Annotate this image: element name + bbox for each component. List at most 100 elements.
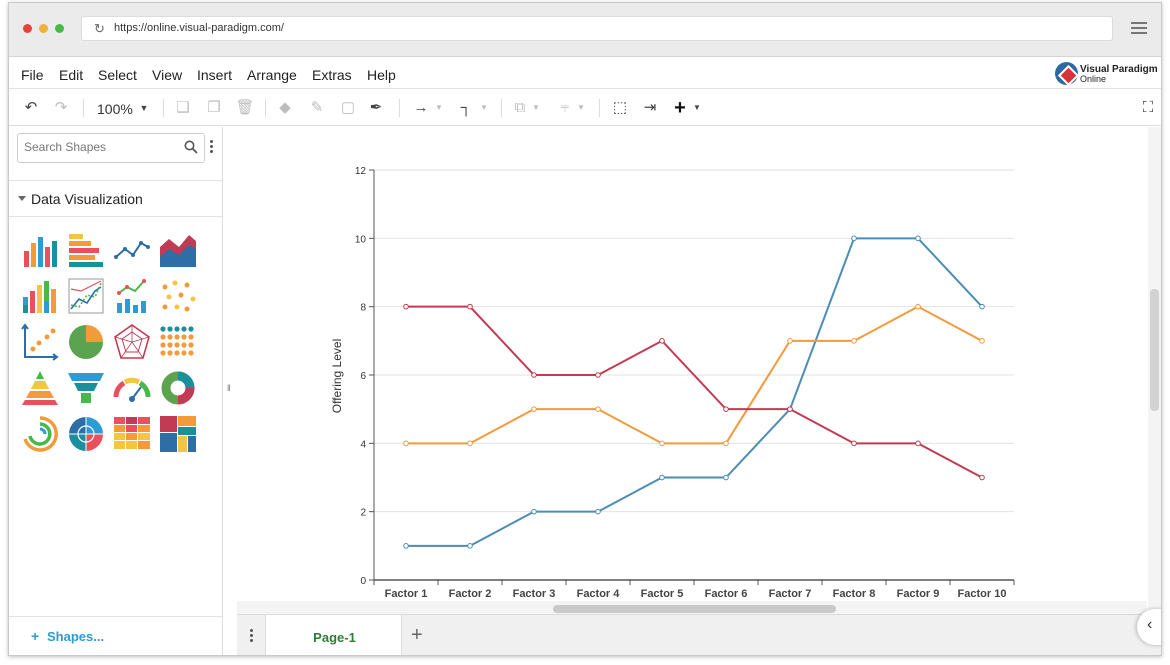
align-dropdown-icon[interactable]: ▼ [575, 98, 587, 118]
format-painter-icon[interactable]: ✒ [365, 98, 387, 118]
maximize-window-dot[interactable] [55, 24, 64, 33]
reload-icon[interactable]: ↻ [94, 21, 105, 37]
menu-insert[interactable]: Insert [197, 67, 232, 83]
data-point[interactable] [915, 440, 921, 447]
line-column-shape-icon[interactable] [113, 277, 151, 315]
undo-icon[interactable]: ↶ [21, 98, 41, 118]
waypoint-dropdown-icon[interactable]: ▼ [478, 98, 490, 118]
data-point[interactable] [851, 235, 857, 242]
arrange-order-icon[interactable]: ⧉ [510, 98, 530, 118]
fill-color-icon[interactable]: ◆ [275, 98, 295, 118]
address-bar[interactable]: ↻ https://online.visual-paradigm.com/ [81, 16, 1113, 41]
vertical-scrollbar[interactable] [1148, 127, 1161, 614]
page-list-menu-icon[interactable] [250, 629, 253, 643]
data-point[interactable] [723, 440, 729, 447]
donut-chart-shape-icon[interactable] [159, 369, 197, 407]
fullscreen-icon[interactable]: ⛶ [1139, 98, 1157, 118]
data-point[interactable] [787, 338, 793, 344]
data-point[interactable] [915, 235, 921, 242]
search-input[interactable] [24, 140, 174, 154]
search-icon[interactable] [184, 140, 198, 154]
dot-matrix-shape-icon[interactable] [159, 323, 197, 361]
data-point[interactable] [595, 508, 601, 515]
data-point[interactable] [403, 440, 409, 447]
redo-icon[interactable]: ↷ [51, 98, 71, 118]
more-shapes-button[interactable]: + Shapes... [9, 616, 223, 655]
line-color-icon[interactable]: ✎ [306, 98, 328, 118]
bar-chart-shape-icon[interactable] [67, 231, 105, 269]
sidebar-options-icon[interactable] [210, 140, 214, 156]
diagram-page[interactable]: 0 2 4 6 8 10 12 Factor 1 Factor 2 Factor 3 Factor … [237, 127, 1147, 601]
data-point[interactable] [979, 303, 985, 310]
pie-chart-shape-icon[interactable] [67, 323, 105, 361]
zoom-dropdown-icon[interactable]: ▼ [137, 98, 151, 118]
insert-plus-icon[interactable]: + [671, 98, 689, 118]
line-chart-shape-icon[interactable] [113, 231, 151, 269]
series-line-3[interactable] [406, 305, 983, 479]
data-point[interactable] [467, 543, 473, 549]
data-point[interactable] [915, 303, 921, 310]
data-point[interactable] [851, 440, 857, 447]
bubble-axis-shape-icon[interactable] [21, 323, 59, 361]
funnel-chart-shape-icon[interactable] [67, 369, 105, 407]
data-point[interactable] [403, 303, 409, 310]
radial-bar-shape-icon[interactable] [21, 415, 59, 453]
zoom-level[interactable]: 100% [97, 101, 133, 117]
stacked-column-shape-icon[interactable] [21, 277, 59, 315]
data-point[interactable] [531, 372, 537, 378]
vertical-scroll-thumb[interactable] [1150, 289, 1159, 411]
sidebar-resize-handle[interactable]: ‖ [227, 383, 231, 393]
horizontal-scrollbar[interactable] [553, 605, 836, 613]
menu-view[interactable]: View [152, 67, 182, 83]
data-point[interactable] [723, 406, 729, 412]
waypoint-style-icon[interactable]: ┐ [454, 98, 478, 118]
align-icon[interactable]: ⫧ [555, 98, 575, 118]
data-point[interactable] [979, 338, 985, 344]
data-point[interactable] [723, 474, 729, 481]
connector-style-icon[interactable]: → [409, 98, 433, 118]
data-point[interactable] [851, 338, 857, 344]
arrange-dropdown-icon[interactable]: ▼ [530, 98, 542, 118]
scatter-chart-shape-icon[interactable] [159, 277, 197, 315]
column-chart-shape-icon[interactable] [21, 231, 59, 269]
select-area-icon[interactable]: ⬚ [610, 98, 630, 118]
section-data-visualization[interactable]: Data Visualization [9, 180, 223, 217]
data-point[interactable] [467, 303, 473, 310]
menu-file[interactable]: File [21, 67, 44, 83]
minimize-window-dot[interactable] [39, 24, 48, 33]
gauge-chart-shape-icon[interactable] [113, 369, 151, 407]
area-chart-shape-icon[interactable] [159, 231, 197, 269]
data-point[interactable] [595, 406, 601, 412]
data-point[interactable] [659, 440, 665, 447]
pyramid-chart-shape-icon[interactable] [21, 369, 59, 407]
heatmap-shape-icon[interactable] [113, 415, 151, 453]
data-point[interactable] [531, 508, 537, 515]
copy-icon[interactable]: ❑ [173, 98, 193, 118]
radar-chart-shape-icon[interactable] [113, 323, 151, 361]
data-point[interactable] [659, 474, 665, 481]
menu-arrange[interactable]: Arrange [247, 67, 297, 83]
treemap-shape-icon[interactable] [159, 415, 197, 453]
shadow-icon[interactable]: ▢ [337, 98, 359, 118]
close-window-dot[interactable] [23, 24, 32, 33]
menu-edit[interactable]: Edit [59, 67, 83, 83]
data-point[interactable] [659, 338, 665, 344]
collapse-caret-icon[interactable] [18, 196, 26, 201]
insert-dropdown-icon[interactable]: ▼ [691, 98, 703, 118]
data-point[interactable] [531, 406, 537, 412]
data-point[interactable] [595, 372, 601, 378]
diagram-canvas[interactable]: 0 2 4 6 8 10 12 Factor 1 Factor 2 Factor 3 Factor … [237, 127, 1147, 614]
menu-help[interactable]: Help [367, 67, 396, 83]
delete-icon[interactable]: 🗑︎ [235, 98, 255, 118]
tab-page-1[interactable]: Page-1 [265, 615, 402, 655]
add-page-icon[interactable]: + [411, 624, 423, 647]
menu-extras[interactable]: Extras [312, 67, 352, 83]
series-line-1[interactable] [406, 237, 983, 547]
data-point[interactable] [787, 406, 793, 412]
polar-area-shape-icon[interactable] [67, 415, 105, 453]
auto-size-icon[interactable]: ⇥ [640, 98, 660, 118]
menu-select[interactable]: Select [98, 67, 137, 83]
data-point[interactable] [467, 440, 473, 447]
connector-style-dropdown-icon[interactable]: ▼ [433, 98, 445, 118]
chart-series[interactable] [403, 235, 985, 549]
